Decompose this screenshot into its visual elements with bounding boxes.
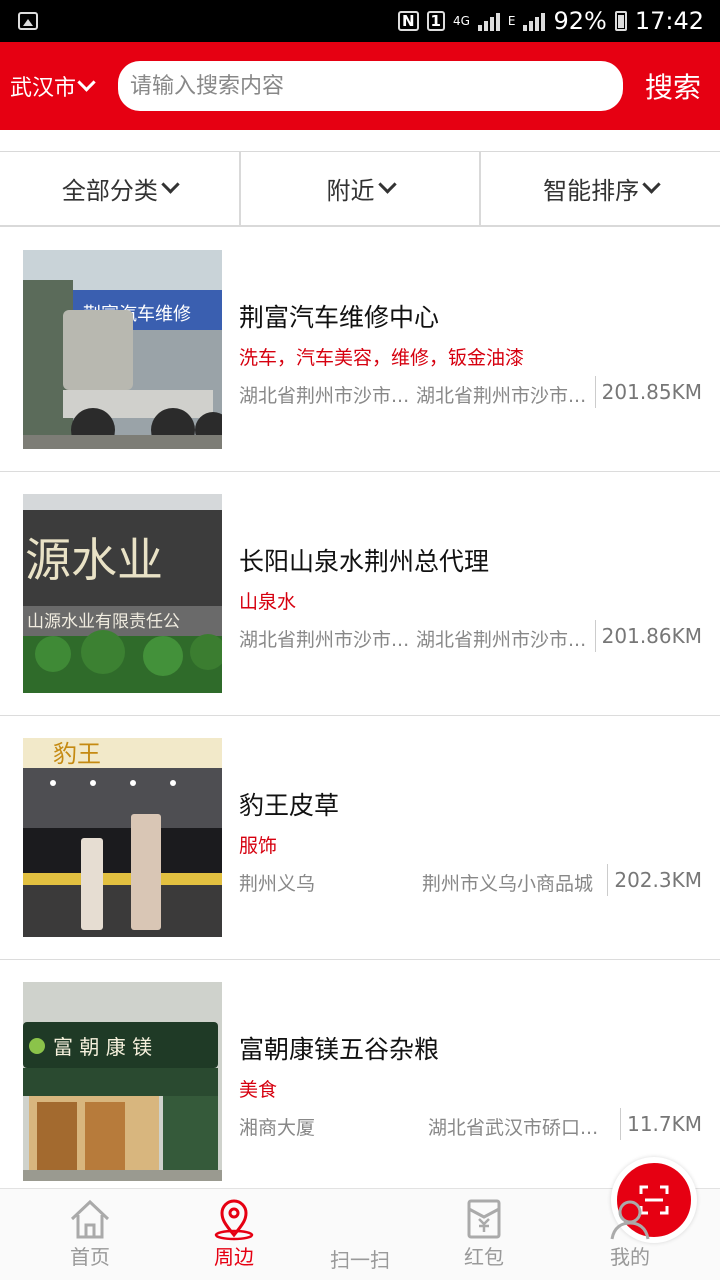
shop-list-item[interactable]: 荆富汽车维修 荆富汽车维修中心 洗车，汽车美容，维修，钣金油漆 湖北省荆州市沙市…	[0, 228, 720, 472]
tab-me[interactable]: 我的	[558, 1189, 702, 1281]
filter-nearby-label: 附近	[326, 177, 375, 205]
home-icon	[70, 1199, 110, 1239]
shop-address-short: 湖北省荆州市沙市...	[239, 385, 410, 407]
shop-sign-subtext: 山源水业有限责任公	[27, 612, 180, 632]
signal-icon-2	[523, 11, 546, 31]
shop-address-full: 荆州市义乌小商品城	[422, 873, 594, 895]
tab-red-envelope-label: 红包	[464, 1245, 504, 1269]
shop-sign-text: 富 朝 康 镁	[53, 1035, 152, 1059]
shop-sign-text: 豹王	[53, 740, 101, 768]
location-pin-icon	[214, 1199, 254, 1241]
signal-icon	[477, 11, 500, 31]
bottom-tab-bar: 首页 周边 扫一扫 红包 我的	[0, 1157, 720, 1281]
shop-address-short: 湖北省荆州市沙市...	[239, 629, 410, 651]
tab-home[interactable]: 首页	[18, 1189, 162, 1281]
shop-name: 豹王皮草	[239, 791, 340, 820]
image-notification-icon	[18, 12, 38, 30]
tab-nearby-label: 周边	[214, 1245, 254, 1269]
network-e-label: E	[507, 14, 516, 28]
shop-photo: 富 朝 康 镁	[23, 982, 222, 1181]
tab-scan-label: 扫一扫	[330, 1248, 390, 1272]
shop-address-short: 荆州义乌	[239, 873, 316, 895]
network-4g-label: 4G	[452, 14, 470, 28]
user-icon	[610, 1200, 650, 1240]
shop-address-short: 湘商大厦	[239, 1117, 316, 1139]
shop-address-full: 湖北省荆州市沙市...	[416, 385, 587, 407]
shop-distance: 202.3KM	[607, 864, 702, 896]
shop-sign-text: 源水业	[25, 533, 163, 587]
battery-percent: 92%	[553, 7, 607, 35]
shop-tags: 美食	[239, 1079, 278, 1101]
tab-scan[interactable]: 扫一扫	[288, 1157, 697, 1281]
filter-sort-label: 智能排序	[543, 177, 640, 205]
shop-address-full: 湖北省荆州市沙市...	[416, 629, 587, 651]
filter-bar: 全部分类 附近 智能排序	[0, 151, 720, 227]
shop-list-item[interactable]: 豹王 豹王皮草 服饰 荆州义乌 荆州市义乌小商品城 202.3KM	[0, 716, 720, 960]
shop-distance: 11.7KM	[620, 1108, 702, 1140]
tab-red-envelope[interactable]: 红包	[412, 1189, 556, 1281]
shop-tags: 服饰	[239, 835, 278, 857]
shop-list-item[interactable]: 源水业 山源水业有限责任公 长阳山泉水荆州总代理 山泉水 湖北省荆州市沙市...…	[0, 472, 720, 716]
shop-tags: 洗车，汽车美容，维修，钣金油漆	[239, 347, 525, 369]
city-selector[interactable]: 武汉市	[10, 70, 114, 102]
shop-photo: 豹王	[23, 738, 222, 937]
filter-category-label: 全部分类	[61, 177, 158, 205]
shop-list-item[interactable]: 富 朝 康 镁 富朝康镁五谷杂粮 美食 湘商大厦 湖北省武汉市硚口... 11.…	[0, 960, 720, 1204]
sim-slot-icon: 1	[426, 11, 445, 31]
search-button[interactable]: 搜索	[645, 66, 701, 106]
battery-icon	[614, 11, 627, 31]
city-label: 武汉市	[10, 76, 77, 101]
chevron-down-icon	[77, 72, 96, 92]
status-bar: N 1 4G E 92% 17:42	[0, 0, 720, 42]
shop-address-full: 湖北省武汉市硚口...	[428, 1117, 599, 1139]
nfc-icon: N	[397, 11, 419, 31]
shop-distance: 201.86KM	[594, 620, 702, 652]
chevron-down-icon	[161, 175, 180, 194]
shop-name: 长阳山泉水荆州总代理	[239, 547, 490, 576]
shop-photo: 源水业 山源水业有限责任公	[23, 494, 222, 693]
shop-list: 荆富汽车维修 荆富汽车维修中心 洗车，汽车美容，维修，钣金油漆 湖北省荆州市沙市…	[0, 228, 720, 1204]
red-envelope-icon	[467, 1199, 501, 1239]
filter-nearby[interactable]: 附近	[241, 152, 482, 225]
chevron-down-icon	[377, 175, 397, 194]
shop-photo: 荆富汽车维修	[23, 250, 222, 449]
tab-me-label: 我的	[610, 1245, 650, 1269]
chevron-down-icon	[642, 175, 661, 194]
tab-nearby[interactable]: 周边	[162, 1189, 306, 1281]
top-header: 武汉市 搜索	[0, 42, 720, 130]
shop-name: 荆富汽车维修中心	[239, 303, 440, 332]
clock: 17:42	[634, 7, 704, 35]
tab-home-label: 首页	[70, 1245, 110, 1269]
search-input[interactable]	[128, 72, 623, 100]
search-box[interactable]	[118, 61, 623, 111]
filter-category[interactable]: 全部分类	[0, 152, 241, 225]
shop-distance: 201.85KM	[594, 376, 702, 408]
shop-name: 富朝康镁五谷杂粮	[239, 1035, 440, 1064]
shop-tags: 山泉水	[239, 591, 297, 613]
filter-sort[interactable]: 智能排序	[481, 152, 720, 225]
